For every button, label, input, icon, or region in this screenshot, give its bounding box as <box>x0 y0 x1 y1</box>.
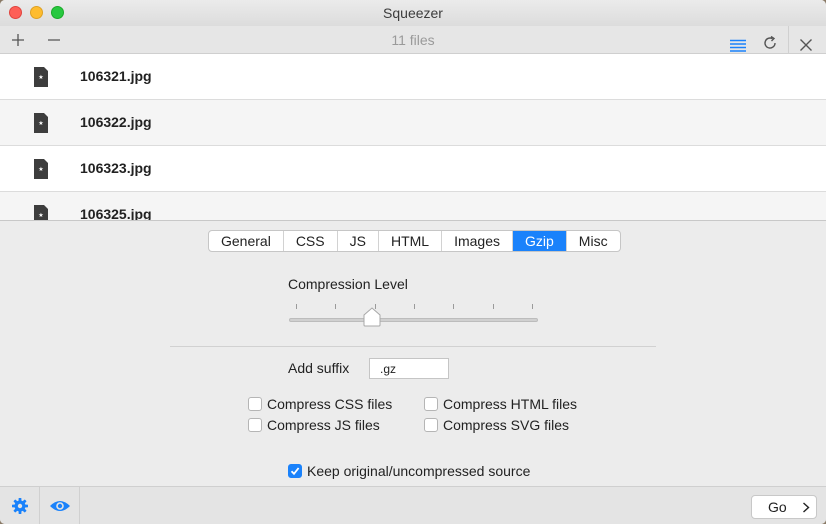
tab-js[interactable]: JS <box>338 231 379 251</box>
slider-tick <box>492 304 494 309</box>
svg-text:★: ★ <box>38 212 43 219</box>
checkbox-box[interactable] <box>424 418 438 432</box>
refresh-icon <box>764 35 776 49</box>
checkbox-label: Compress HTML files <box>443 396 578 412</box>
eye-icon <box>49 500 70 511</box>
suffix-input[interactable] <box>369 358 449 379</box>
file-name: 106325.jpg <box>80 206 152 221</box>
file-name: 106322.jpg <box>80 114 152 130</box>
compress-svg-checkbox[interactable]: Compress SVG files <box>424 417 569 433</box>
slider-ticks <box>296 304 533 312</box>
file-list[interactable]: ★ 106321.jpg ★ 106322.jpg ★ 106323.jpg ★… <box>0 54 826 221</box>
list-view-button[interactable] <box>728 33 748 52</box>
checkbox-label: Compress CSS files <box>267 396 393 412</box>
title-bar: Squeezer <box>0 0 826 26</box>
bottom-bar: Go <box>0 486 826 524</box>
tab-misc[interactable]: Misc <box>567 231 620 251</box>
checkbox-label: Compress JS files <box>267 417 380 433</box>
slider-tick <box>296 304 297 309</box>
go-button[interactable]: Go <box>751 495 817 519</box>
tab-gzip[interactable]: Gzip <box>513 231 567 251</box>
file-name: 106323.jpg <box>80 160 152 176</box>
gear-icon <box>11 497 28 514</box>
preview-button[interactable] <box>40 487 80 524</box>
keep-original-checkbox[interactable]: Keep original/uncompressed source <box>288 463 530 479</box>
window-close-button[interactable] <box>9 6 22 19</box>
toolbar: 11 files <box>0 26 826 54</box>
svg-text:★: ★ <box>38 166 43 173</box>
window-zoom-button[interactable] <box>51 6 64 19</box>
toolbar-separator <box>788 26 789 54</box>
svg-text:★: ★ <box>38 74 43 81</box>
list-icon <box>730 39 746 52</box>
window-minimize-button[interactable] <box>30 6 43 19</box>
checkbox-box[interactable] <box>424 397 438 411</box>
checkbox-label: Compress SVG files <box>443 417 570 433</box>
add-file-button[interactable] <box>8 26 28 54</box>
chevron-right-icon <box>803 502 810 513</box>
file-name: 106321.jpg <box>80 68 152 84</box>
compress-js-checkbox[interactable]: Compress JS files <box>248 417 380 433</box>
clear-list-button[interactable] <box>796 32 816 51</box>
jpg-file-icon: ★ <box>34 205 48 220</box>
settings-panel: General CSS JS HTML Images Gzip Misc Com… <box>0 222 826 486</box>
window-title: Squeezer <box>383 5 443 21</box>
svg-text:★: ★ <box>38 120 43 127</box>
plus-icon <box>12 34 24 46</box>
list-item[interactable]: ★ 106322.jpg <box>0 100 826 146</box>
checkbox-box[interactable] <box>248 418 262 432</box>
slider-thumb[interactable] <box>362 307 382 327</box>
list-item[interactable]: ★ 106321.jpg <box>0 54 826 100</box>
compression-level-label: Compression Level <box>288 276 408 292</box>
app-window: Squeezer 11 files ★ 106321.jpg ★ 106322.… <box>0 0 826 524</box>
slider-tick <box>532 304 533 309</box>
tab-html[interactable]: HTML <box>379 231 443 251</box>
list-item[interactable]: ★ 106323.jpg <box>0 146 826 192</box>
close-icon <box>800 39 812 51</box>
remove-file-button[interactable] <box>44 26 64 54</box>
list-item[interactable]: ★ 106325.jpg <box>0 192 826 221</box>
compress-html-checkbox[interactable]: Compress HTML files <box>424 396 577 412</box>
slider-tick <box>453 304 455 309</box>
checkbox-box[interactable] <box>288 464 302 478</box>
settings-tabs: General CSS JS HTML Images Gzip Misc <box>208 230 621 252</box>
slider-tick <box>414 304 415 309</box>
minus-icon <box>48 39 60 41</box>
file-count: 11 files <box>391 32 435 48</box>
refresh-button[interactable] <box>760 31 780 49</box>
add-suffix-label: Add suffix <box>288 360 350 376</box>
checkmark-icon <box>290 467 300 476</box>
go-button-label: Go <box>768 499 787 515</box>
checkbox-label: Keep original/uncompressed source <box>307 463 531 479</box>
tab-images[interactable]: Images <box>442 231 513 251</box>
slider-tick <box>335 304 337 309</box>
settings-button[interactable] <box>0 487 40 524</box>
jpg-file-icon: ★ <box>34 113 48 133</box>
compression-level-slider[interactable] <box>289 318 538 322</box>
section-divider <box>170 346 656 347</box>
compress-css-checkbox[interactable]: Compress CSS files <box>248 396 392 412</box>
tab-general[interactable]: General <box>209 231 284 251</box>
jpg-file-icon: ★ <box>34 159 48 179</box>
checkbox-box[interactable] <box>248 397 262 411</box>
tab-css[interactable]: CSS <box>284 231 338 251</box>
jpg-file-icon: ★ <box>34 67 48 87</box>
